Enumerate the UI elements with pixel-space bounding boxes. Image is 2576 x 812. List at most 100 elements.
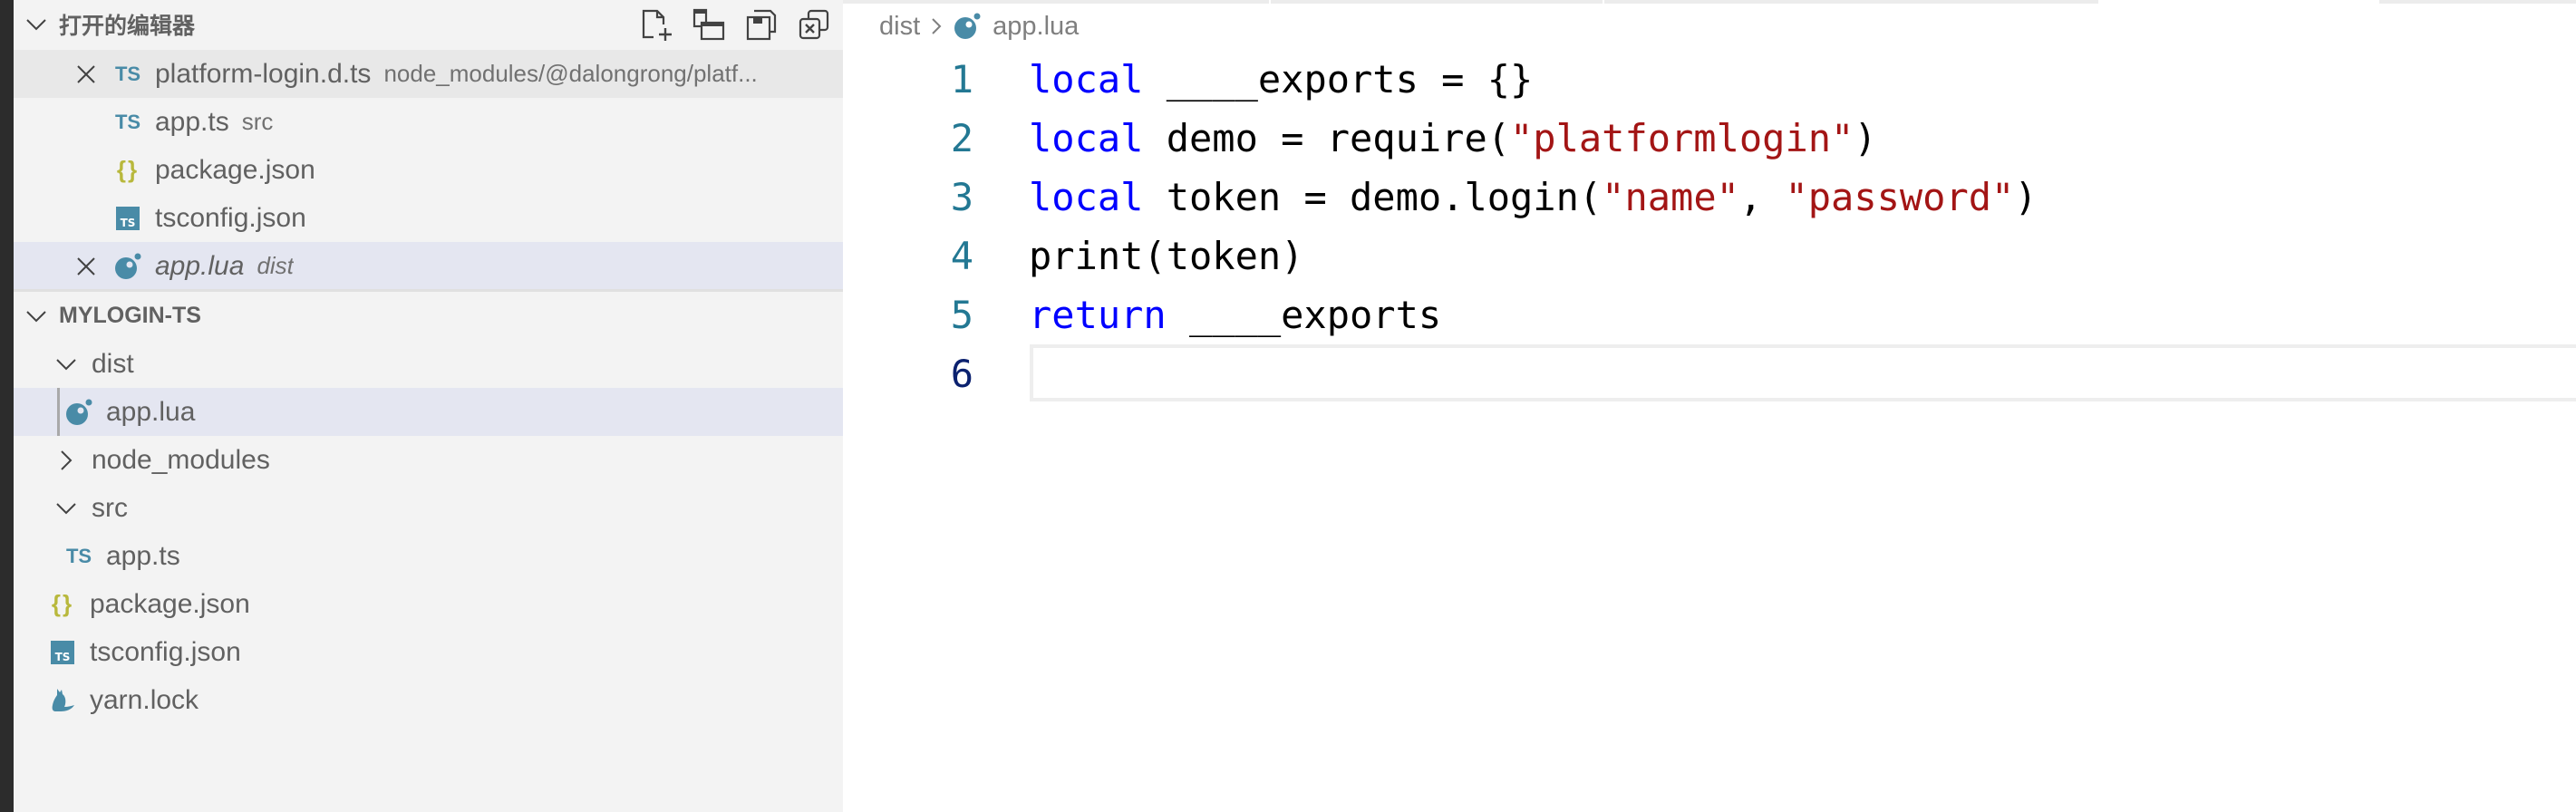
code-token: token = demo.login( [1143,175,1603,219]
tree-item-file[interactable]: {} package.json [14,580,843,628]
new-file-button[interactable] [640,8,673,41]
open-editors-header[interactable]: 打开的编辑器 [14,0,843,48]
code-line[interactable]: 6 [843,344,2576,403]
typescript-icon: TS [114,110,141,133]
folder-name: src [92,492,128,523]
code-token: , [1738,175,1786,219]
tree-item-folder[interactable]: src [14,484,843,532]
save-all-icon [746,9,777,40]
folder-name: node_modules [92,444,270,475]
code-token: ____exports [1166,293,1442,337]
line-number: 5 [950,293,973,337]
chevron-down-icon [26,306,46,326]
file-name: app.ts [106,540,180,571]
svg-text:TS: TS [121,217,136,229]
tsconfig-icon: TS [48,638,77,667]
code-token: ) [1854,116,1877,160]
file-name: app.ts [155,106,229,137]
breadcrumb: dist app.lua [879,7,1079,45]
line-number: 6 [950,352,973,396]
new-file-icon [642,9,672,41]
activity-bar-edge [0,0,14,812]
file-name: tsconfig.json [90,636,241,667]
close-editor-icon[interactable] [72,252,101,281]
typescript-icon: TS [65,544,92,567]
breadcrumb-folder[interactable]: dist [879,12,920,42]
tree-item-folder[interactable]: node_modules [14,436,843,484]
tree-item-folder[interactable]: dist [14,340,843,388]
line-number: 3 [950,175,973,219]
line-content: return ____exports [1029,293,1441,337]
sidebar: 打开的编辑器 TS platform-login.d.ts node_modul… [14,0,843,812]
code-line[interactable]: 1 local ____exports = {} [843,50,2576,109]
chevron-down-icon[interactable] [53,352,79,377]
json-icon: {} [51,590,74,617]
chevron-right-icon[interactable] [53,448,79,473]
open-editor-item[interactable]: {} package.json [14,146,843,194]
file-name: app.lua [106,396,196,427]
file-name: tsconfig.json [155,202,306,233]
keyword-token: local [1029,175,1144,219]
json-icon: {} [116,156,140,183]
layout-icon [692,8,725,40]
yarn-icon [48,686,77,715]
line-number: 2 [950,116,973,160]
typescript-icon: TS [114,62,141,85]
code-line[interactable]: 4 print(token) [843,227,2576,285]
file-name: package.json [90,588,250,619]
close-all-button[interactable] [798,8,830,41]
line-content: local token = demo.login("name", "passwo… [1029,175,2038,219]
editor-pane[interactable]: dist app.lua 1 local ____exports = {} 2 loc… [843,0,2576,812]
tab-strip-edge [843,0,2576,4]
open-editor-item[interactable]: app.lua dist [14,242,843,290]
chevron-down-icon [26,14,46,34]
file-name: platform-login.d.ts [155,58,372,89]
code-line[interactable]: 3 local token = demo.login("name", "passw… [843,168,2576,227]
file-path: src [241,108,274,135]
tree-item-file[interactable]: yarn.lock [14,676,843,724]
open-editor-item[interactable]: TS platform-login.d.ts node_modules/@dal… [14,50,843,98]
open-editor-item[interactable]: TS tsconfig.json [14,194,843,242]
code-token: print(token) [1029,234,1304,278]
chevron-right-icon [931,17,942,35]
file-path: node_modules/@dalongrong/platf... [383,60,758,87]
save-all-button[interactable] [745,8,778,41]
explorer-folder-header[interactable]: MYLOGIN-TS [14,292,843,340]
lua-icon [953,12,982,41]
file-name: package.json [155,154,315,185]
code-token: ) [2014,175,2038,219]
keyword-token: local [1029,116,1144,160]
lua-icon [113,252,142,281]
file-name: app.lua [155,250,245,281]
indent-guide [57,388,60,436]
toggle-layout-button[interactable] [692,8,725,41]
lua-icon [64,398,93,427]
string-token: "password" [1785,175,2015,219]
tree-item-file[interactable]: TS app.ts [14,532,843,580]
keyword-token: return [1029,293,1167,337]
svg-text:TS: TS [55,651,71,663]
string-token: "name" [1602,175,1739,219]
line-content: local ____exports = {} [1029,57,1533,102]
line-content: local demo = require("platformlogin") [1029,116,1877,160]
code-area[interactable]: 1 local ____exports = {} 2 local demo = req… [843,50,2576,403]
code-line[interactable]: 2 local demo = require("platformlogin") [843,109,2576,168]
code-line[interactable]: 5 return ____exports [843,285,2576,344]
code-token: demo = require( [1143,116,1511,160]
code-token: ____exports = {} [1143,57,1534,102]
close-all-icon [799,9,829,39]
workspace-title: MYLOGIN-TS [59,303,201,328]
tsconfig-icon: TS [113,204,142,233]
string-token: "platformlogin" [1510,116,1855,160]
open-editor-item[interactable]: TS app.ts src [14,98,843,146]
close-editor-icon[interactable] [72,60,101,89]
line-content: print(token) [1029,234,1303,278]
breadcrumb-file[interactable]: app.lua [993,12,1079,42]
line-number: 1 [950,57,973,102]
chevron-down-icon[interactable] [53,496,79,521]
line-number: 4 [950,234,973,278]
keyword-token: local [1029,57,1144,102]
tree-item-file[interactable]: app.lua [14,388,843,436]
folder-name: dist [92,348,134,379]
tree-item-file[interactable]: TS tsconfig.json [14,628,843,676]
